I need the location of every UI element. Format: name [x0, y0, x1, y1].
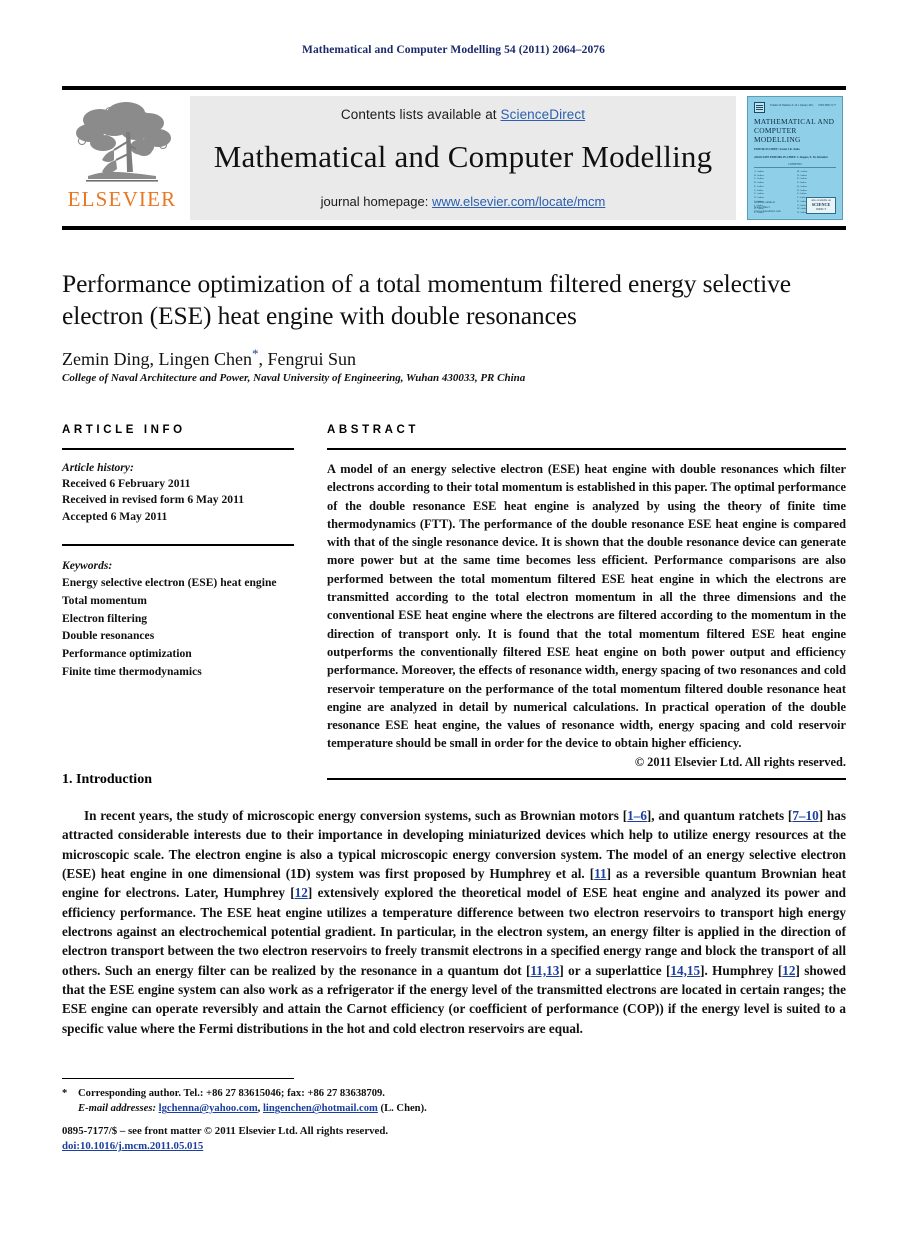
- keywords-rule: [62, 543, 294, 546]
- cover-title: MATHEMATICAL AND COMPUTER MODELLING: [754, 117, 835, 145]
- intro-seg: ], and quantum ratchets [: [646, 808, 793, 823]
- keyword-item: Electron filtering: [62, 611, 148, 625]
- email-link-1[interactable]: lgchenna@yahoo.com: [159, 1103, 258, 1114]
- journal-homepage-line: journal homepage: www.elsevier.com/locat…: [321, 194, 606, 209]
- article-history: Article history: Received 6 February 201…: [62, 460, 294, 525]
- keyword-item: Finite time thermodynamics: [62, 664, 202, 678]
- author-list: Zemin Ding, Lingen Chen*, Fengrui Sun: [62, 346, 846, 370]
- keyword-item: Total momentum: [62, 594, 147, 608]
- footnote-block: * Corresponding author. Tel.: +86 27 836…: [62, 1086, 662, 1117]
- email-suffix: (L. Chen).: [377, 1103, 427, 1115]
- sciencedirect-link[interactable]: ScienceDirect: [501, 107, 586, 122]
- cover-badge: Also available on SCIENCE DIRECT: [806, 197, 836, 214]
- article-history-label: Article history:: [62, 461, 134, 474]
- abstract-column: ABSTRACT A model of an energy selective …: [327, 424, 846, 780]
- elsevier-logo: ELSEVIER: [62, 96, 182, 220]
- homepage-prefix: journal homepage:: [320, 194, 432, 209]
- page-footer: 0895-7177/$ – see front matter © 2011 El…: [62, 1124, 662, 1155]
- keyword-item: Performance optimization: [62, 646, 192, 660]
- abstract-bottom-rule: [327, 777, 846, 780]
- journal-masthead: ELSEVIER Contents lists available at Sci…: [62, 86, 846, 220]
- abstract-copyright: © 2011 Elsevier Ltd. All rights reserved…: [634, 754, 846, 769]
- cover-volume-line: Volume 54 Numbers 9–10 1 January 2011: [769, 104, 814, 107]
- contents-available-line: Contents lists available at ScienceDirec…: [341, 107, 585, 122]
- article-info-label: ARTICLE INFO: [62, 424, 186, 436]
- citation-link[interactable]: 1–6: [627, 808, 647, 823]
- keywords-block: Keywords: Energy selective electron (ESE…: [62, 557, 294, 680]
- abstract-label: ABSTRACT: [327, 424, 420, 436]
- abstract-top-rule: [327, 448, 846, 450]
- article-info-column: ARTICLE INFO Article history: Received 6…: [62, 424, 294, 680]
- contents-prefix: Contents lists available at: [340, 107, 501, 122]
- abstract-text: A model of an energy selective electron …: [327, 462, 846, 751]
- masthead-body: ELSEVIER Contents lists available at Sci…: [62, 96, 846, 220]
- email-addresses-line: E-mail addresses: lgchenna@yahoo.com, li…: [62, 1101, 662, 1116]
- keywords-label: Keywords:: [62, 558, 113, 572]
- elsevier-wordmark: ELSEVIER: [67, 187, 177, 211]
- citation-link[interactable]: 12: [782, 963, 795, 978]
- affiliation: College of Naval Architecture and Power,…: [62, 372, 526, 384]
- intro-seg: ]. Humphrey [: [700, 962, 783, 978]
- cover-editor-line-1: EDITOR-IN-CHIEF: Xavier J.R. Avula: [754, 148, 800, 152]
- cover-emblem-icon: [754, 102, 765, 113]
- intro-seg: In recent years, the study of microscopi…: [84, 808, 628, 823]
- journal-cover-thumbnail: Volume 54 Numbers 9–10 1 January 2011 IS…: [744, 96, 846, 220]
- authors-main: Zemin Ding, Lingen Chen: [62, 349, 252, 369]
- citation-link[interactable]: 7–10: [792, 808, 818, 823]
- cover-contents-label: CONTENTS: [754, 163, 836, 168]
- authors-rest: , Fengrui Sun: [258, 349, 356, 369]
- corresponding-author-note: Corresponding author. Tel.: +86 27 83615…: [78, 1088, 385, 1099]
- introduction-body: In recent years, the study of microscopi…: [62, 806, 846, 1038]
- issn-frontmatter-line: 0895-7177/$ – see front matter © 2011 El…: [62, 1125, 389, 1137]
- introduction-paragraph: In recent years, the study of microscopi…: [62, 806, 846, 1038]
- email-label: E-mail addresses:: [78, 1103, 156, 1115]
- journal-homepage-link[interactable]: www.elsevier.com/locate/mcm: [432, 194, 605, 209]
- citation-link[interactable]: 14,15: [670, 963, 700, 978]
- intro-seg: ] or a superlattice [: [559, 962, 671, 978]
- masthead-top-rule: [62, 86, 846, 90]
- citation-link[interactable]: 11: [594, 866, 606, 881]
- cover-editor-line-2: ASSOCIATE EDITORS-IN-CHIEF: C. Rogers, E…: [754, 156, 828, 159]
- journal-title: Mathematical and Computer Modelling: [213, 139, 713, 174]
- article-info-rule: [62, 448, 294, 450]
- masthead-center: Contents lists available at ScienceDirec…: [190, 96, 736, 220]
- section-heading-introduction: 1. Introduction: [62, 772, 152, 787]
- paper-page: Mathematical and Computer Modelling 54 (…: [0, 0, 907, 1238]
- history-revised: Received in revised form 6 May 2011: [62, 493, 245, 507]
- citation-link[interactable]: 11,13: [530, 963, 559, 978]
- cover-sciencedirect: Available online at ScienceDirect www.sc…: [754, 201, 781, 214]
- cover-bottom: Available online at ScienceDirect www.sc…: [754, 197, 836, 214]
- history-received: Received 6 February 2011: [62, 477, 191, 491]
- keyword-item: Double resonances: [62, 629, 155, 643]
- citation-link[interactable]: 12: [295, 885, 308, 900]
- cover-badge-line3: DIRECT: [815, 207, 827, 211]
- title-top-rule: [62, 226, 846, 230]
- cover-image: Volume 54 Numbers 9–10 1 January 2011 IS…: [747, 96, 843, 220]
- footnote-rule: [62, 1078, 294, 1079]
- doi-link[interactable]: doi:10.1016/j.mcm.2011.05.015: [62, 1140, 203, 1152]
- running-head: Mathematical and Computer Modelling 54 (…: [302, 44, 605, 56]
- cover-topbar: Volume 54 Numbers 9–10 1 January 2011 IS…: [754, 102, 836, 114]
- email-link-2[interactable]: lingenchen@hotmail.com: [263, 1103, 378, 1114]
- footnote-marker: *: [62, 1088, 68, 1099]
- page-title: Performance optimization of a total mome…: [62, 269, 791, 331]
- history-accepted: Accepted 6 May 2011: [62, 509, 168, 523]
- elsevier-tree-icon: [70, 98, 174, 188]
- cover-sd-line3: www.sciencedirect.com: [754, 209, 781, 213]
- cover-issn: ISSN 0895-7177: [818, 104, 836, 107]
- keyword-item: Energy selective electron (ESE) heat eng…: [62, 576, 277, 590]
